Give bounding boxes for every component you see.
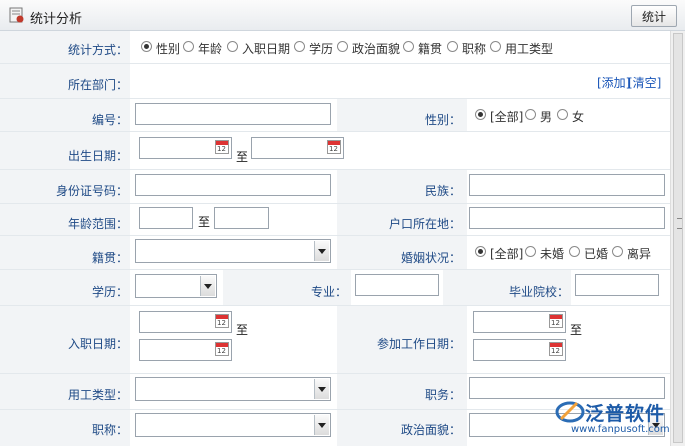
ethnicity-label: 民族：	[424, 184, 461, 198]
position-input[interactable]	[469, 377, 665, 399]
fanpu-logo-icon	[555, 401, 585, 423]
number-label: 编号：	[91, 113, 128, 127]
stat-method-radio-gender[interactable]	[141, 41, 152, 52]
school-input[interactable]	[575, 274, 659, 296]
education-select[interactable]	[135, 274, 217, 298]
stat-method-radio-education[interactable]	[294, 41, 305, 52]
age-to-input[interactable]	[214, 207, 269, 229]
age-hukou-row: 年龄范围： 至 户口所在地：	[0, 204, 670, 236]
id-number-label: 身份证号码：	[55, 184, 128, 198]
stat-method-option: 用工类型	[505, 42, 554, 56]
chevron-down-icon[interactable]	[314, 379, 329, 399]
calendar-icon[interactable]	[215, 314, 229, 328]
hire-work-date-row: 入职日期： 至 参加工作日期： 至	[0, 306, 670, 374]
marital-option: 已婚	[584, 247, 609, 261]
stat-method-option: 年龄	[198, 42, 223, 56]
report-icon	[9, 7, 24, 23]
gender-option: 男	[540, 110, 553, 124]
hukou-input[interactable]	[469, 207, 665, 229]
scrollbar-grip	[677, 218, 682, 229]
marital-option: 离异	[627, 247, 652, 261]
hukou-label: 户口所在地：	[388, 217, 461, 231]
stat-method-radio-age[interactable]	[183, 41, 194, 52]
political-label: 政治面貌：	[400, 423, 461, 437]
marital-option: 未婚	[540, 247, 565, 261]
stat-method-option: 政治面貌	[352, 42, 401, 56]
employment-type-label: 用工类型：	[67, 388, 128, 402]
watermark-name: 泛普软件	[585, 403, 666, 425]
work-start-date-to-text: 至	[570, 323, 583, 337]
stat-method-option: 入职日期	[242, 42, 291, 56]
stat-method-option: 籍贯	[418, 42, 443, 56]
major-label: 专业：	[310, 285, 347, 299]
age-range-label: 年龄范围：	[67, 217, 128, 231]
page-title: 统计分析	[30, 12, 83, 27]
department-add-link[interactable]: [添加]	[597, 74, 630, 91]
watermark-logo: 泛普软件 www.fanpusoft.com	[553, 397, 678, 442]
scrollbar-thumb[interactable]	[673, 33, 683, 443]
number-gender-row: 编号： 性别： [全部] 男 女	[0, 99, 670, 132]
stat-button[interactable]: 统计	[631, 5, 677, 27]
position-label: 职务：	[424, 388, 461, 402]
marital-label: 婚姻状况：	[400, 251, 461, 265]
calendar-icon[interactable]	[215, 342, 229, 356]
education-row: 学历： 专业： 毕业院校：	[0, 270, 670, 306]
ethnicity-input[interactable]	[469, 174, 665, 196]
education-label: 学历：	[91, 285, 128, 299]
age-from-input[interactable]	[139, 207, 193, 229]
number-input[interactable]	[135, 103, 331, 125]
gender-option: 女	[572, 110, 585, 124]
stat-method-radio-employment[interactable]	[490, 41, 501, 52]
marital-radio-divorced[interactable]	[612, 246, 623, 257]
work-start-date-label: 参加工作日期：	[376, 337, 461, 351]
employment-type-select[interactable]	[135, 377, 331, 401]
marital-option: [全部]	[490, 247, 524, 261]
stat-method-radio-hire-date[interactable]	[227, 41, 238, 52]
title-rank-select[interactable]	[135, 413, 331, 437]
title-rank-label: 职称：	[91, 423, 128, 437]
title-bar: 统计分析 统计	[0, 0, 685, 31]
native-marital-row: 籍贯： 婚姻状况： [全部] 未婚 已婚 离异	[0, 236, 670, 270]
age-to-text: 至	[198, 215, 211, 229]
id-number-input[interactable]	[135, 174, 331, 196]
calendar-icon[interactable]	[327, 140, 341, 154]
chevron-down-icon[interactable]	[314, 415, 329, 435]
major-input[interactable]	[355, 274, 439, 296]
gender-radio-male[interactable]	[525, 109, 536, 120]
gender-radio-all[interactable]	[475, 109, 486, 120]
calendar-icon[interactable]	[549, 342, 563, 356]
native-place-label: 籍贯：	[91, 251, 128, 265]
hire-date-to-text: 至	[236, 323, 249, 337]
calendar-icon[interactable]	[549, 314, 563, 328]
stat-method-radio-political[interactable]	[337, 41, 348, 52]
stat-method-option: 学历	[309, 42, 334, 56]
department-label: 所在部门：	[67, 78, 128, 92]
calendar-icon[interactable]	[215, 140, 229, 154]
stat-method-option: 性别	[156, 42, 181, 56]
birth-date-row: 出生日期： 至	[0, 132, 670, 170]
gender-label: 性别：	[424, 113, 461, 127]
chevron-down-icon[interactable]	[200, 276, 215, 296]
watermark-url: www.fanpusoft.com	[571, 424, 670, 435]
id-ethnicity-row: 身份证号码： 民族：	[0, 170, 670, 204]
stat-method-radio-title[interactable]	[447, 41, 458, 52]
hire-date-label: 入职日期：	[67, 337, 128, 351]
gender-radio-female[interactable]	[557, 109, 568, 120]
birth-date-to-text: 至	[236, 150, 249, 164]
stat-method-row: 统计方式： 性别 年龄 入职日期 学历 政治面貌 籍贯 职称 用工类型	[0, 31, 670, 64]
school-label: 毕业院校：	[508, 285, 569, 299]
stat-method-radio-native[interactable]	[403, 41, 414, 52]
gender-option: [全部]	[490, 110, 524, 124]
stat-method-option: 职称	[462, 42, 487, 56]
birth-date-label: 出生日期：	[67, 149, 128, 163]
stat-method-label: 统计方式：	[67, 43, 128, 57]
vertical-scrollbar[interactable]	[670, 31, 685, 446]
department-clear-link[interactable]: [清空]	[628, 74, 661, 91]
chevron-down-icon[interactable]	[314, 241, 329, 261]
marital-radio-all[interactable]	[475, 246, 486, 257]
native-place-select[interactable]	[135, 239, 331, 263]
marital-radio-married[interactable]	[569, 246, 580, 257]
department-row: 所在部门： [添加] [清空]	[0, 64, 670, 99]
marital-radio-single[interactable]	[525, 246, 536, 257]
